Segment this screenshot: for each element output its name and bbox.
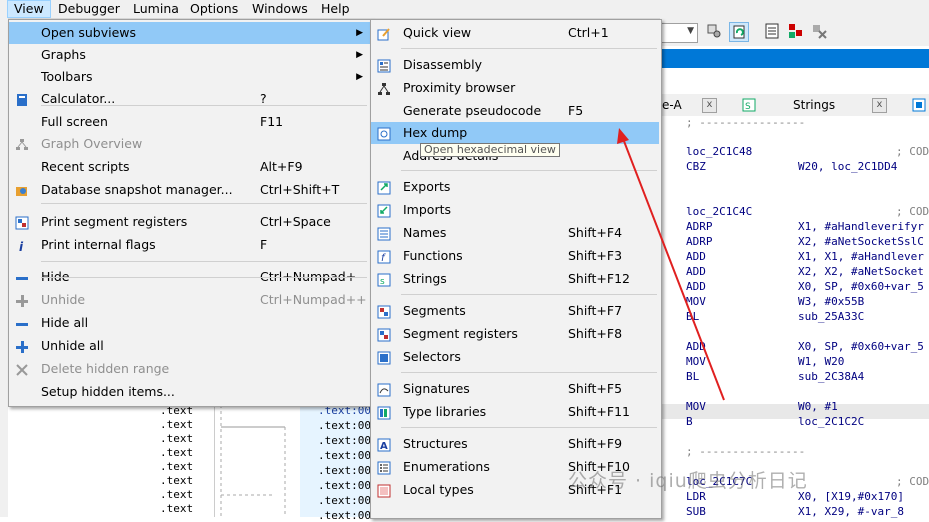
annotation-arrow xyxy=(617,128,725,401)
watermark: 公众号 · iqiu爬虫分析日记 xyxy=(568,470,808,492)
